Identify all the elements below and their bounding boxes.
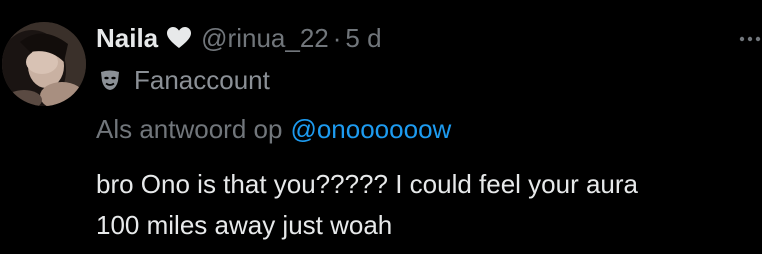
heart-icon	[166, 26, 192, 50]
tweet[interactable]: Naila @rinua_22 · 5 d Fanaccount Als ant…	[0, 0, 762, 254]
label-text[interactable]: Fanaccount	[134, 65, 270, 96]
reply-context: Als antwoord op @onoooooow	[96, 111, 451, 147]
post-time[interactable]: 5 d	[345, 23, 381, 54]
mask-icon	[98, 68, 122, 92]
tweet-text-line: 100 miles away just woah	[96, 210, 393, 240]
separator-dot: ·	[332, 22, 342, 53]
more-options-icon[interactable]	[738, 32, 762, 44]
reply-mention-link[interactable]: @onoooooow	[290, 114, 451, 145]
account-label: Fanaccount	[98, 62, 270, 98]
avatar-photo	[2, 22, 86, 106]
tweet-header: Naila @rinua_22 · 5 d	[96, 18, 382, 58]
user-handle[interactable]: @rinua_22	[201, 23, 329, 54]
display-name[interactable]: Naila	[96, 23, 158, 54]
tweet-text-line: bro Ono is that you????? I could feel yo…	[96, 169, 639, 199]
avatar[interactable]	[2, 22, 86, 106]
tweet-text: bro Ono is that you????? I could feel yo…	[96, 164, 760, 246]
reply-prefix: Als antwoord op	[96, 113, 283, 144]
